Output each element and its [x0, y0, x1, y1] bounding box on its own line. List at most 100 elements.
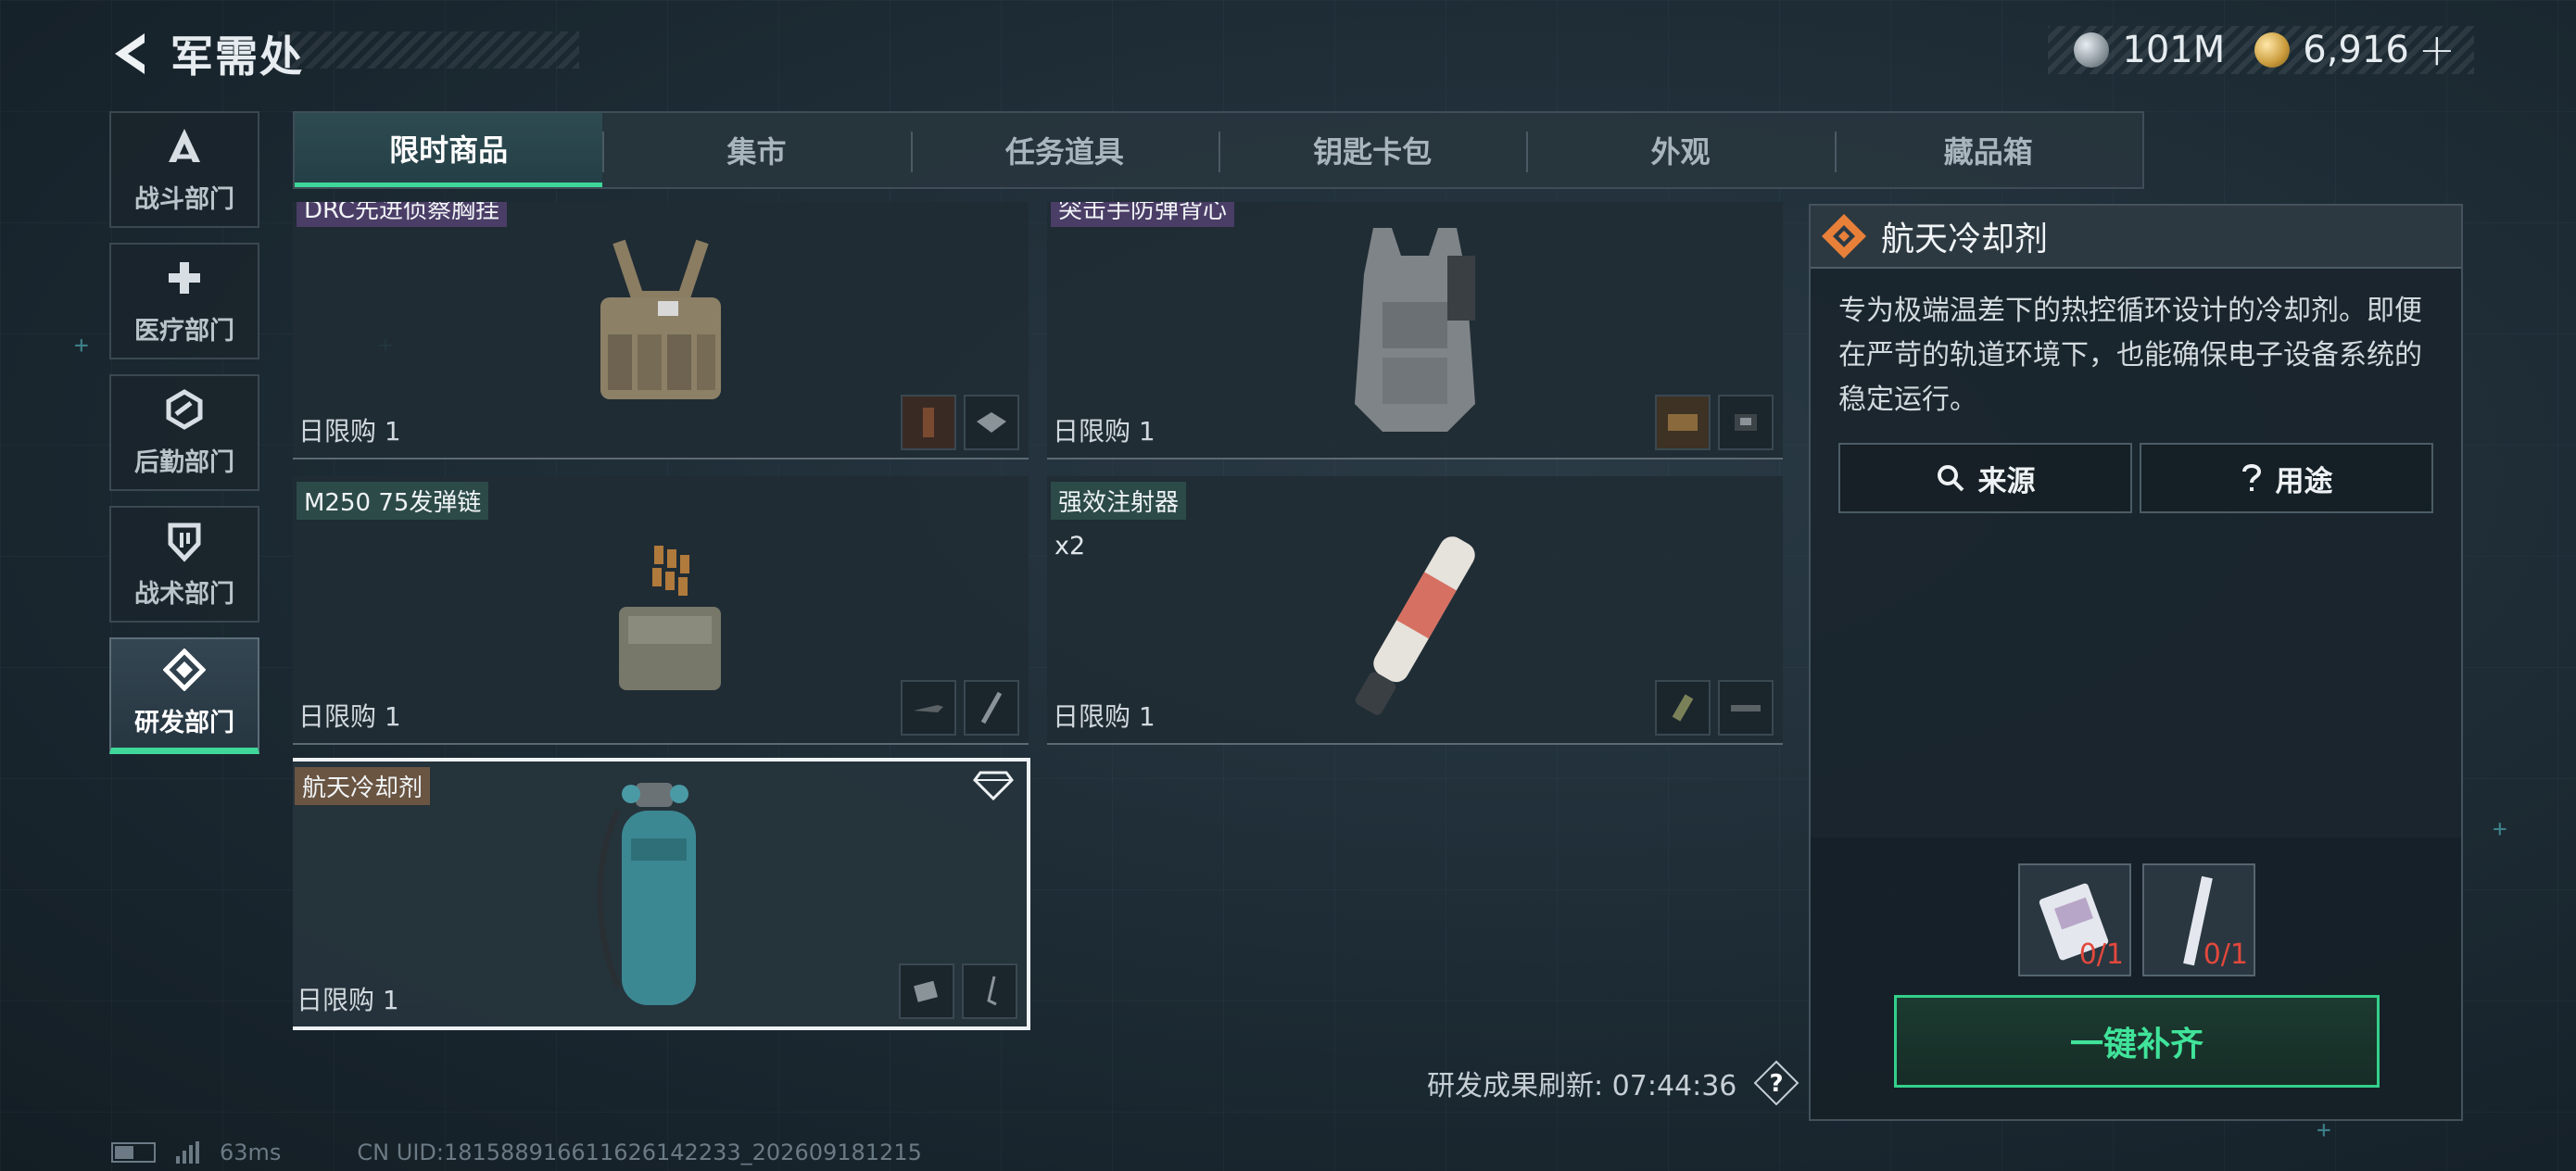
back-arrow-icon: [115, 33, 145, 74]
add-currency-button[interactable]: +: [2418, 24, 2456, 76]
item-name: 突击手防弹背心: [1051, 202, 1235, 227]
item-card[interactable]: M250 75发弹链 日限购 1: [293, 476, 1029, 745]
usage-button[interactable]: 用途: [2140, 443, 2433, 513]
ping-value: 63ms: [220, 1140, 282, 1165]
item-grid: DRC先进侦察胸挂 日限购 1 突击手防弹背心 日限购 1 M250 75发弹链…: [293, 202, 1809, 1036]
collection-diamond-icon[interactable]: [973, 769, 1014, 800]
required-count: 0/1: [2203, 938, 2248, 971]
material-slots: [901, 680, 1019, 736]
refresh-timer: 研发成果刷新: 07:44:36 ?: [1427, 1060, 1799, 1106]
item-thumb-icon: [914, 980, 938, 1002]
detail-description: 专为极端温差下的热控循环设计的冷却剂。即便在严苛的轨道环境下，也能确保电子设备系…: [1838, 295, 2422, 416]
item-quantity: x2: [1054, 532, 1086, 560]
sidebar-item-label: 战术部门: [134, 579, 234, 609]
item-thumb-icon: [923, 408, 934, 437]
material-slot[interactable]: [901, 680, 956, 736]
source-label: 来源: [1977, 464, 2036, 498]
sidebar-item-logistics[interactable]: 后勤部门: [109, 374, 259, 491]
injector-image: [1355, 536, 1475, 716]
silver-balance: 101M: [2122, 29, 2226, 71]
source-button[interactable]: 来源: [1838, 443, 2132, 513]
material-slot[interactable]: [964, 680, 1019, 736]
medical-cross-icon: [169, 261, 200, 294]
search-icon: [1937, 465, 1964, 492]
item-thumb-icon: [1731, 705, 1761, 711]
refresh-label: 研发成果刷新: 07:44:36: [1427, 1070, 1737, 1102]
sidebar-item-medical[interactable]: 医疗部门: [109, 243, 259, 359]
tab-appearance[interactable]: 外观: [1526, 113, 1834, 187]
tab-quest-items[interactable]: 任务道具: [910, 113, 1219, 187]
item-thumb-icon: [987, 976, 997, 1006]
tab-collection-box[interactable]: 藏品箱: [1834, 113, 2142, 187]
material-slot[interactable]: [962, 963, 1017, 1019]
sidebar-item-label: 研发部门: [134, 709, 234, 737]
detail-title: 航天冷却剂: [1881, 220, 2049, 258]
tactical-shield-icon: [168, 523, 201, 562]
refresh-time: 07:44:36: [1611, 1070, 1737, 1102]
material-slots: [1655, 680, 1774, 736]
item-name: 航天冷却剂: [295, 767, 431, 805]
currency-bar: 101M 6,916 +: [2048, 24, 2474, 76]
item-thumb-icon: [1672, 694, 1694, 722]
sidebar-item-research[interactable]: 研发部门: [109, 637, 259, 754]
question-icon: [2241, 464, 2261, 491]
crosshair-decoration: +: [2493, 815, 2507, 843]
material-slots: [899, 963, 1017, 1019]
item-card-selected[interactable]: 航天冷却剂 日限购 1: [293, 758, 1030, 1030]
crosshair-decoration: +: [74, 332, 89, 359]
material-slot[interactable]: [1655, 395, 1711, 450]
sidebar-item-combat[interactable]: 战斗部门: [109, 111, 259, 228]
department-sidebar: 战斗部门 医疗部门 后勤部门 战术部门 研发部门: [109, 111, 261, 769]
material-slot[interactable]: [1718, 395, 1774, 450]
item-thumb-icon: [1668, 414, 1698, 431]
item-detail-panel: 航天冷却剂 专为极端温差下的热控循环设计的冷却剂。即便在严苛的轨道环境下，也能确…: [1809, 204, 2463, 1121]
item-card[interactable]: DRC先进侦察胸挂 日限购 1: [293, 202, 1029, 460]
usage-label: 用途: [2275, 464, 2333, 498]
daily-limit: 日限购 1: [1053, 416, 1155, 447]
tab-key-cards[interactable]: 钥匙卡包: [1218, 113, 1526, 187]
silver-coin-icon: [2074, 32, 2110, 68]
requirements-area: 0/1 0/1 一键补齐: [1811, 837, 2461, 1119]
material-slot[interactable]: [964, 395, 1019, 450]
material-slot[interactable]: [1718, 680, 1774, 736]
material-slot[interactable]: [901, 395, 956, 450]
help-icon: ?: [1753, 1060, 1799, 1106]
research-diamond-icon: [163, 648, 206, 691]
daily-limit: 日限购 1: [1053, 701, 1155, 732]
status-footer: 63ms CN UID:181588916611626142233_202609…: [111, 1140, 922, 1165]
logistics-hex-icon: [166, 388, 203, 430]
combat-dept-icon: [169, 128, 200, 162]
required-material-slot[interactable]: 0/1: [2142, 863, 2255, 976]
user-uid: CN UID:181588916611626142233_20260918121…: [357, 1140, 922, 1165]
required-material-slot[interactable]: 0/1: [2018, 863, 2131, 976]
item-card[interactable]: 强效注射器 x2 日限购 1: [1047, 476, 1783, 745]
auto-fill-button[interactable]: 一键补齐: [1894, 995, 2380, 1088]
tab-limited-goods[interactable]: 限时商品: [295, 113, 603, 187]
page-title: 军需处: [170, 31, 304, 82]
sidebar-item-label: 战斗部门: [134, 184, 234, 214]
gold-coin-icon: [2254, 32, 2291, 68]
ammo-belt-image: [619, 545, 721, 690]
item-card[interactable]: 突击手防弹背心 日限购 1: [1047, 202, 1783, 460]
armor-vest-image: [1355, 228, 1475, 432]
svg-text:?: ?: [1770, 1070, 1784, 1098]
back-button[interactable]: [102, 26, 158, 82]
sidebar-item-label: 医疗部门: [134, 316, 234, 346]
sidebar-item-label: 后勤部门: [134, 447, 234, 477]
gold-balance: 6,916: [2303, 29, 2409, 71]
material-slot[interactable]: [899, 963, 954, 1019]
tab-market[interactable]: 集市: [602, 113, 910, 187]
daily-limit: 日限购 1: [298, 701, 401, 732]
material-slots: [901, 395, 1019, 450]
help-button[interactable]: ?: [1753, 1060, 1799, 1106]
chest-rig-image: [600, 239, 721, 399]
item-name: 强效注射器: [1051, 482, 1187, 520]
rarity-diamond-icon: [1822, 214, 1866, 258]
sidebar-item-tactical[interactable]: 战术部门: [109, 506, 259, 623]
item-thumb-icon: [977, 412, 1006, 433]
battery-icon: [111, 1142, 156, 1163]
material-slot[interactable]: [1655, 680, 1711, 736]
detail-actions: 来源 用途: [1811, 422, 2461, 513]
material-slots: [1655, 395, 1774, 450]
item-thumb-icon: [914, 705, 943, 712]
